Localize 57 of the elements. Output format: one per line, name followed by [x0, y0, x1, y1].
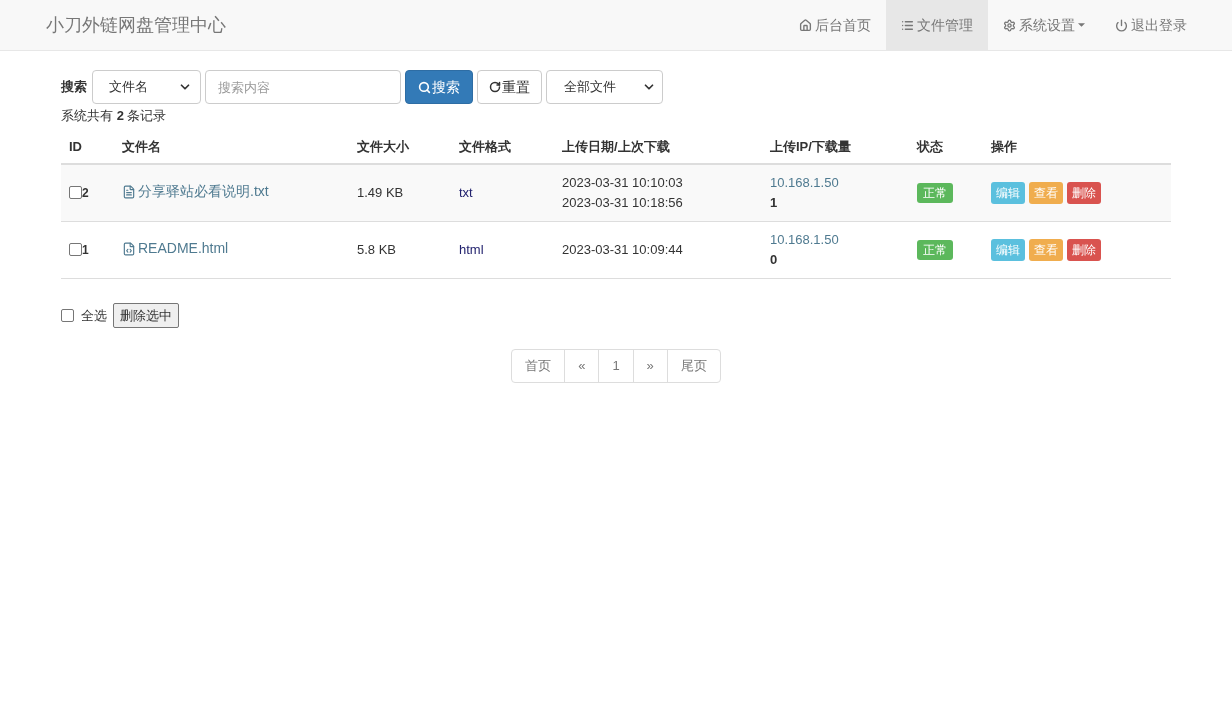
- field-select[interactable]: 文件名: [92, 70, 201, 104]
- file-link[interactable]: README.html: [122, 238, 229, 259]
- download-count: 0: [770, 250, 779, 269]
- row-checkbox[interactable]: [69, 186, 82, 200]
- id-text: 1: [82, 241, 89, 259]
- file-format: html: [459, 241, 484, 257]
- date-text: 2023-03-31 10:09:44: [562, 240, 684, 259]
- column-header: 状态: [909, 129, 983, 164]
- ip-address: 10.168.1.50: [770, 230, 840, 249]
- file-size: 5.8 KB: [357, 241, 397, 257]
- file-link[interactable]: 分享驿站必看说明.txt: [122, 181, 269, 203]
- page-link[interactable]: »: [632, 350, 667, 382]
- column-header: 上传日期/上次下载: [554, 129, 762, 164]
- column-header: 文件格式: [451, 129, 554, 164]
- status-label: 正常: [917, 183, 953, 203]
- delete-selected-button[interactable]: 删除选中: [113, 302, 179, 328]
- search-icon: [418, 80, 431, 94]
- reset-button[interactable]: 重置: [477, 70, 542, 104]
- id-text: 2: [82, 184, 89, 202]
- nav-item[interactable]: 后台首页: [784, 0, 886, 50]
- page-link[interactable]: «: [564, 350, 599, 382]
- text-file-icon: [122, 184, 136, 199]
- page-link[interactable]: 1: [598, 350, 633, 382]
- search-button[interactable]: 搜索: [405, 70, 473, 104]
- refresh-icon: [489, 81, 501, 93]
- date-text: 2023-03-31 10:10:03: [562, 173, 684, 192]
- column-header: 文件大小: [349, 129, 451, 164]
- file-size: 1.49 KB: [357, 185, 404, 200]
- search-label: 搜索: [61, 78, 87, 97]
- power-icon: [1115, 18, 1128, 32]
- page-link[interactable]: 首页: [512, 350, 565, 382]
- date-text: 2023-03-31 10:18:56: [562, 193, 684, 212]
- delete-button[interactable]: 删除: [1067, 238, 1101, 261]
- list-icon: [901, 18, 914, 32]
- column-header: ID: [61, 129, 114, 164]
- file-format: txt: [459, 185, 473, 200]
- download-count: 1: [770, 193, 779, 212]
- settings-icon: [1003, 18, 1016, 32]
- brand-title[interactable]: 小刀外链网盘管理中心: [46, 11, 226, 39]
- status-label: 正常: [917, 239, 953, 260]
- select-all-label: 全选: [81, 306, 107, 325]
- nav-item[interactable]: 系统设置: [988, 0, 1100, 50]
- nav-item[interactable]: 退出登录: [1100, 0, 1202, 50]
- home-icon: [799, 18, 812, 32]
- column-header: 上传IP/下载量: [762, 129, 909, 164]
- delete-button[interactable]: 删除: [1067, 181, 1101, 204]
- page-link[interactable]: 尾页: [666, 350, 720, 382]
- search-field[interactable]: 搜索内容: [205, 70, 401, 104]
- column-header: 操作: [983, 129, 1171, 164]
- code-file-icon: [122, 241, 136, 256]
- record-count: 系统共有 2 条记录: [61, 107, 168, 125]
- type-select[interactable]: 全部文件: [546, 70, 663, 104]
- column-header: 文件名: [114, 129, 349, 164]
- select-all-checkbox[interactable]: [61, 308, 74, 322]
- nav-item[interactable]: 文件管理: [886, 0, 988, 50]
- ip-address: 10.168.1.50: [770, 173, 840, 192]
- row-checkbox[interactable]: [69, 243, 82, 256]
